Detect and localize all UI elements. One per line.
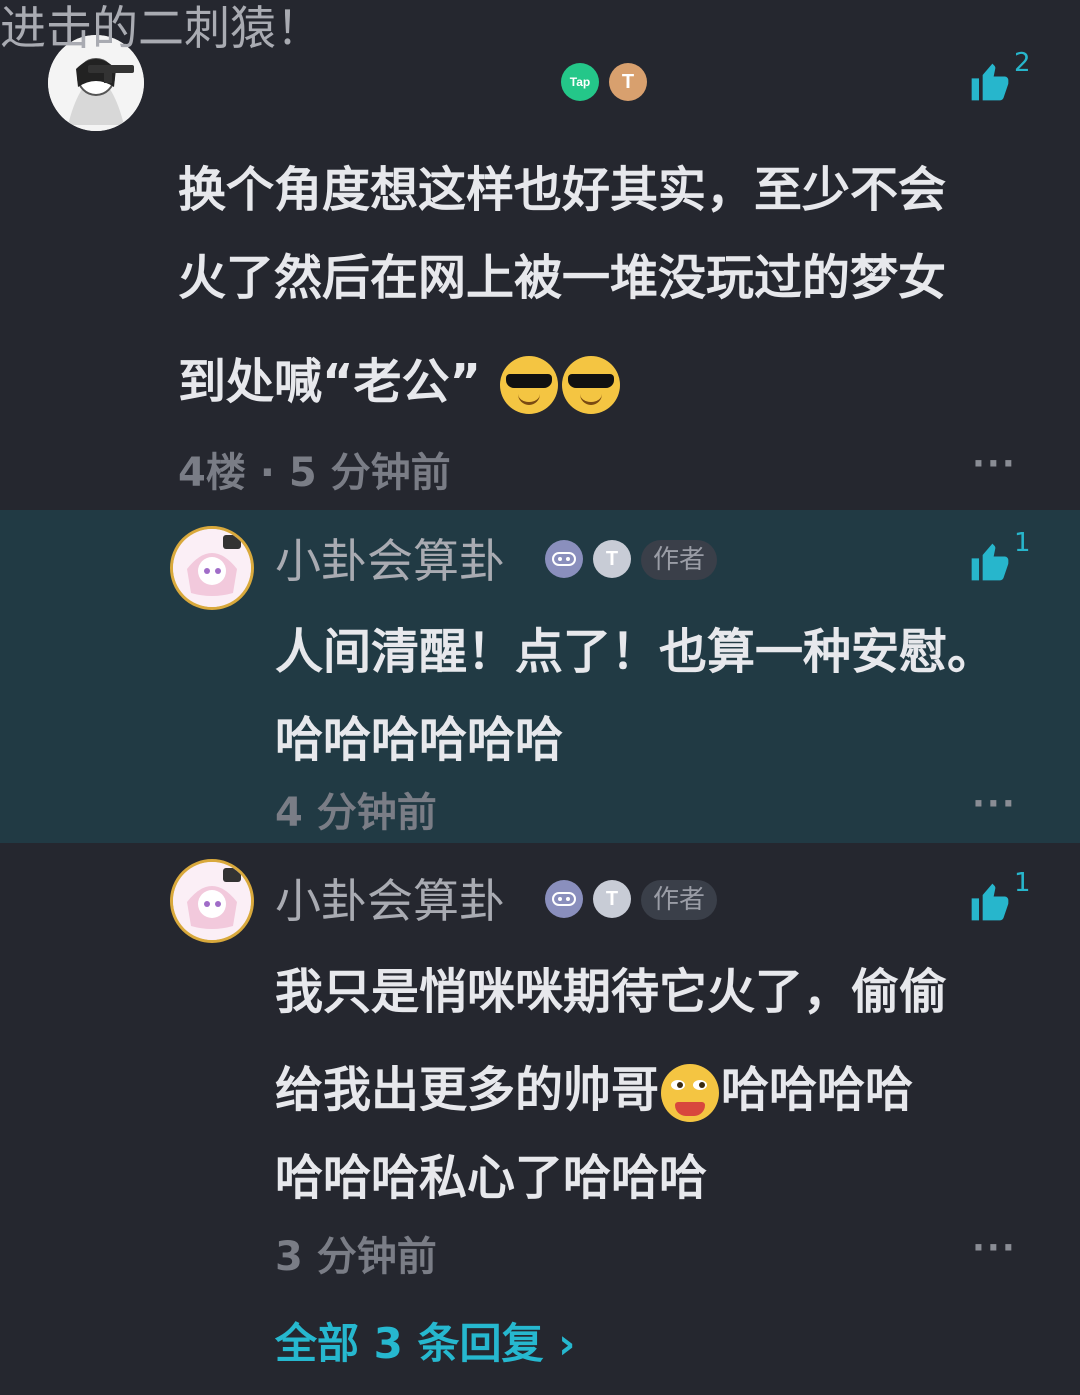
comment-line-3: 到处喊“老公” [178,342,622,414]
comment-line: 火了然后在网上被一堆没玩过的梦女 [178,250,947,306]
tap-badge-icon[interactable]: Tap [561,63,599,101]
reply-line: 哈哈哈私心了哈哈哈 [275,1150,708,1206]
reply-line-text: 哈哈哈哈 [721,1062,914,1118]
thumbs-up-icon [971,63,1009,101]
more-options-icon[interactable]: ··· [972,784,1017,824]
level-badge-icon[interactable]: T [593,540,631,578]
gamepad-badge-icon[interactable] [545,880,583,918]
like-count: 2 [1014,48,1031,78]
author-tag: 作者 [641,880,718,920]
reply-line: 我只是悄咪咪期待它火了，偷偷 [275,964,948,1020]
more-options-icon[interactable]: ··· [972,1228,1017,1268]
more-options-icon[interactable]: ··· [972,444,1017,484]
reply-time: 3 分钟前 [275,1234,437,1280]
author-tag: 作者 [641,540,718,580]
comment-thread: 进击的二刺猿！ Tap T 2 换个角度想这样也好其实，至少不会 火了然后在网上… [0,0,1080,1395]
comment-line: 换个角度想这样也好其实，至少不会 [178,162,947,218]
reply-line-text: 给我出更多的帅哥 [275,1062,660,1118]
like-count: 1 [1014,528,1031,558]
username[interactable]: 进击的二刺猿！ [0,0,322,56]
like-button[interactable] [968,60,1012,108]
reply-line: 哈哈哈哈哈哈 [275,712,564,768]
view-all-replies-link[interactable]: 全部 3 条回复 › [275,1310,575,1371]
like-button[interactable] [968,540,1012,588]
like-count: 1 [1014,868,1031,898]
avatar[interactable] [170,859,254,943]
thumbs-up-icon [971,883,1009,921]
smirk-emoji-icon [661,1064,720,1122]
gamepad-badge-icon[interactable] [545,540,583,578]
thumbs-up-icon [971,543,1009,581]
sunglasses-emoji-icon [499,356,558,414]
comment-line-text: 到处喊“老公” [178,354,482,410]
floor-and-time: 4楼 · 5 分钟前 [178,450,451,496]
sunglasses-emoji-icon [561,356,620,414]
level-badge-icon[interactable]: T [609,63,647,101]
like-button[interactable] [968,880,1012,928]
level-badge-icon[interactable]: T [593,880,631,918]
reply-line: 人间清醒！点了！也算一种安慰。 [275,624,996,680]
avatar[interactable] [170,526,254,610]
reply-time: 4 分钟前 [275,790,437,836]
username[interactable]: 小卦会算卦 [275,873,505,929]
reply-line-2: 给我出更多的帅哥 哈哈哈哈 [275,1050,913,1122]
username[interactable]: 小卦会算卦 [275,533,505,589]
